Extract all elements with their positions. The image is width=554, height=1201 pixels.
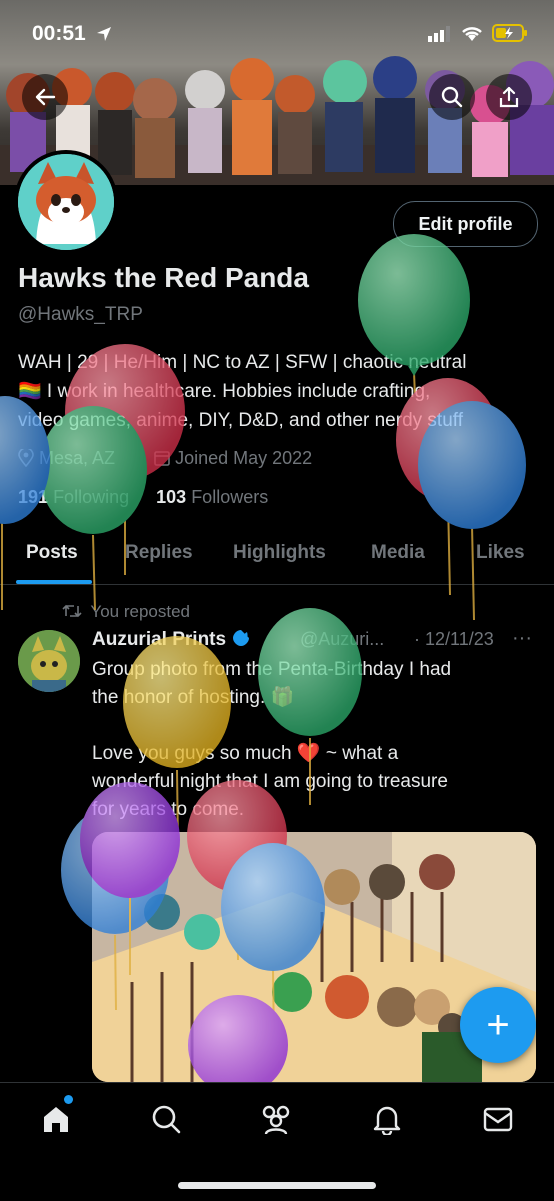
- post-text-line: the honor of hosting. 🎁: [92, 687, 295, 708]
- search-icon: [441, 86, 463, 108]
- status-time: 00:51: [32, 22, 86, 45]
- follow-counts: 191 Following 103 Followers: [18, 487, 268, 508]
- compose-post-button[interactable]: +: [460, 987, 536, 1063]
- more-options-button[interactable]: ···: [512, 627, 532, 650]
- mail-icon: [483, 1107, 513, 1132]
- profile-handle: @Hawks_TRP: [18, 304, 143, 325]
- post-text-line: wonderful night that I am going to treas…: [92, 771, 448, 792]
- post-text-line: Group photo from the Penta-Birthday I ha…: [92, 659, 452, 680]
- post-date: · 12/11/23: [414, 629, 494, 649]
- notification-dot: [64, 1095, 73, 1104]
- post-author-handle[interactable]: @Auzuri...: [300, 629, 384, 650]
- location-pin-icon: [18, 447, 34, 468]
- active-tab-indicator: [16, 580, 92, 584]
- repost-indicator: You reposted: [62, 602, 190, 622]
- nav-explore[interactable]: [148, 1101, 184, 1137]
- repost-icon: [62, 604, 82, 618]
- followers-link[interactable]: 103 Followers: [156, 487, 268, 507]
- verified-badge-icon: [233, 630, 250, 646]
- tab-highlights[interactable]: Highlights: [233, 542, 326, 564]
- wifi-icon: [462, 27, 482, 41]
- repost-label: You reposted: [90, 602, 190, 621]
- arrow-left-icon: [35, 88, 56, 106]
- post-text: Group photo from the Penta-Birthday I ha…: [92, 656, 522, 824]
- nav-messages[interactable]: [480, 1101, 516, 1137]
- tab-replies[interactable]: Replies: [125, 542, 193, 564]
- profile-name: Hawks the Red Panda: [18, 262, 309, 293]
- profile-bio: WAH | 29 | He/Him | NC to AZ | SFW | cha…: [18, 348, 538, 435]
- profile-tabs: Posts Replies Highlights Media Likes: [0, 530, 554, 585]
- cellular-signal-icon: [428, 26, 450, 42]
- status-bar: 00:51: [0, 0, 554, 70]
- post-author-avatar[interactable]: [18, 630, 80, 692]
- calendar-icon: [154, 451, 170, 466]
- home-indicator: [178, 1182, 376, 1189]
- profile-location: Mesa, AZ: [39, 448, 116, 468]
- red-panda-avatar-image: [18, 154, 114, 250]
- search-icon: [152, 1105, 181, 1134]
- bio-line: video games, anime, DIY, D&D, and other …: [18, 410, 463, 431]
- location-arrow-icon: [97, 27, 111, 41]
- edit-profile-button[interactable]: Edit profile: [393, 201, 538, 247]
- back-button[interactable]: [22, 74, 68, 120]
- battery-charging-icon: [492, 24, 527, 42]
- share-icon: [499, 86, 519, 108]
- nav-communities[interactable]: [258, 1101, 294, 1137]
- profile-meta: Mesa, AZ Joined May 2022: [18, 447, 313, 469]
- bio-line: WAH | 29 | He/Him | NC to AZ | SFW | cha…: [18, 352, 467, 373]
- tab-likes[interactable]: Likes: [476, 542, 525, 564]
- post-text-line: for years to come.: [92, 799, 245, 820]
- profile-joined: Joined May 2022: [175, 448, 313, 468]
- nav-notifications[interactable]: [369, 1101, 405, 1137]
- share-button[interactable]: [486, 74, 532, 120]
- post-text-line: Love you guys so much ❤️ ~ what a: [92, 743, 399, 764]
- bell-icon: [373, 1106, 401, 1135]
- author-avatar-image: [18, 630, 80, 692]
- post-author-name[interactable]: Auzurial Prints: [92, 628, 251, 651]
- home-icon: [44, 1107, 68, 1132]
- bio-line: 🏳️‍🌈 I work in healthcare. Hobbies inclu…: [18, 381, 431, 402]
- following-link[interactable]: 191 Following: [18, 487, 129, 507]
- people-icon: [262, 1105, 290, 1135]
- tab-media[interactable]: Media: [371, 542, 425, 564]
- tab-posts[interactable]: Posts: [26, 542, 78, 564]
- search-button[interactable]: [429, 74, 475, 120]
- nav-home[interactable]: [38, 1095, 74, 1137]
- profile-avatar[interactable]: [14, 150, 118, 254]
